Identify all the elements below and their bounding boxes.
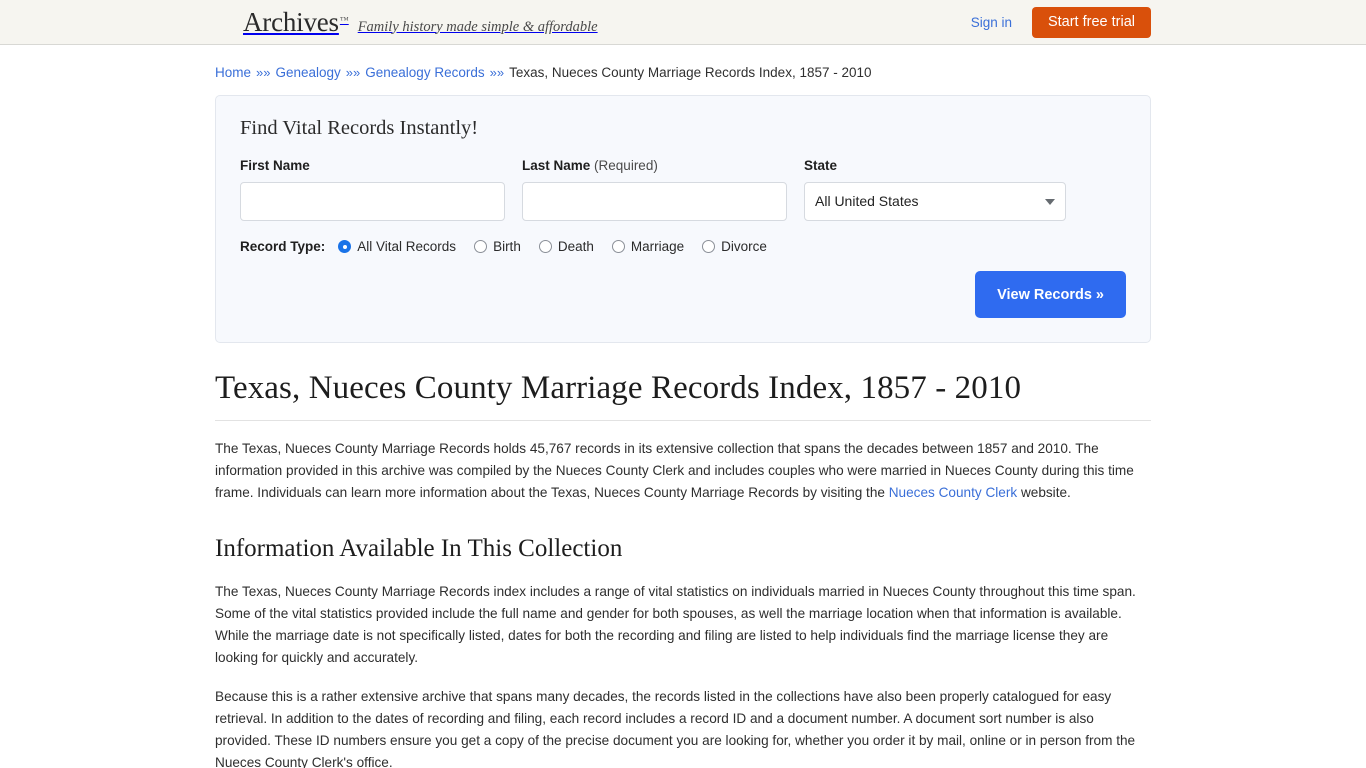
trademark-icon: ™ — [339, 14, 349, 25]
nueces-county-clerk-link[interactable]: Nueces County Clerk — [889, 485, 1017, 500]
site-header: Archives ™ Family history made simple & … — [0, 0, 1366, 45]
record-type-option-death[interactable]: Death — [538, 239, 594, 254]
state-select[interactable]: All United States — [804, 182, 1066, 221]
paragraph-catalogue-details: Because this is a rather extensive archi… — [215, 689, 1136, 768]
breadcrumb-item-current: Texas, Nueces County Marriage Records In… — [509, 65, 872, 80]
state-select-wrapper: All United States — [804, 182, 1066, 221]
header-inner: Archives ™ Family history made simple & … — [215, 0, 1151, 44]
start-free-trial-button[interactable]: Start free trial — [1031, 6, 1151, 38]
record-type-label: Record Type: — [240, 239, 326, 254]
last-name-input[interactable] — [522, 182, 787, 221]
record-type-option-divorce[interactable]: Divorce — [702, 239, 767, 254]
brand-tagline: Family history made simple & affordable — [357, 18, 598, 35]
section-heading-information-available: Information Available In This Collection — [215, 535, 623, 562]
breadcrumb-item-genealogy[interactable]: Genealogy — [275, 65, 340, 80]
breadcrumb-item-home[interactable]: Home — [215, 65, 251, 80]
record-type-option-birth[interactable]: Birth — [474, 239, 521, 254]
record-type-option-all-vital-records[interactable]: All Vital Records — [338, 239, 456, 254]
radio-icon-selected[interactable] — [338, 240, 352, 253]
record-type-option-label: Marriage — [630, 239, 685, 254]
breadcrumb-item-genealogy-records[interactable]: Genealogy Records — [365, 65, 484, 80]
record-type-option-label: All Vital Records — [357, 239, 457, 254]
title-divider — [215, 420, 1151, 421]
first-name-input[interactable] — [240, 182, 505, 221]
record-type-option-label: Death — [557, 239, 594, 254]
first-name-label: First Name — [240, 158, 310, 173]
record-type-option-label: Birth — [493, 239, 521, 254]
last-name-label: Last Name (Required) — [522, 158, 787, 174]
last-name-required-note: (Required) — [594, 158, 658, 173]
brand-wordmark: Archives — [243, 6, 339, 37]
view-records-button[interactable]: View Records » — [975, 271, 1126, 318]
vital-records-search-panel: Find Vital Records Instantly! First Name… — [215, 95, 1151, 343]
header-actions: Sign in Start free trial — [971, 0, 1151, 44]
sign-in-link[interactable]: Sign in — [971, 15, 1012, 30]
record-type-option-label: Divorce — [721, 239, 767, 254]
paragraph-vital-statistics: The Texas, Nueces County Marriage Record… — [215, 584, 1136, 665]
submit-row: View Records » — [240, 271, 1126, 318]
state-field-group: State All United States — [804, 158, 1066, 221]
brand-logo-link[interactable]: Archives ™ Family history made simple & … — [243, 7, 598, 38]
intro-text-part2: website. — [1017, 485, 1071, 500]
breadcrumb-separator-icon: »» — [345, 65, 361, 80]
last-name-label-text: Last Name — [522, 158, 591, 173]
breadcrumb-separator-icon: »» — [256, 65, 271, 80]
record-type-option-marriage[interactable]: Marriage — [611, 239, 685, 254]
record-type-radio-group: Record Type: All Vital Records Birth Dea… — [240, 239, 1126, 254]
breadcrumb-separator-icon: »» — [489, 65, 505, 80]
page-container: Home »» Genealogy »» Genealogy Records »» Texa… — [215, 45, 1151, 768]
breadcrumb: Home »» Genealogy »» Genealogy Records »» Texa… — [215, 45, 1151, 82]
radio-icon[interactable] — [538, 240, 552, 253]
intro-paragraph: The Texas, Nueces County Marriage Record… — [215, 438, 1151, 504]
radio-icon[interactable] — [474, 240, 488, 253]
search-panel-title: Find Vital Records Instantly! — [240, 117, 479, 139]
article: Texas, Nueces County Marriage Records In… — [215, 367, 1151, 768]
page-title: Texas, Nueces County Marriage Records In… — [215, 370, 1022, 406]
radio-icon[interactable] — [611, 240, 625, 253]
state-label: State — [804, 158, 838, 173]
radio-icon[interactable] — [702, 240, 716, 253]
search-fields-row: First Name Last Name (Required) State Al… — [240, 158, 1126, 221]
first-name-field-group: First Name — [240, 158, 505, 221]
last-name-field-group: Last Name (Required) — [522, 158, 787, 221]
